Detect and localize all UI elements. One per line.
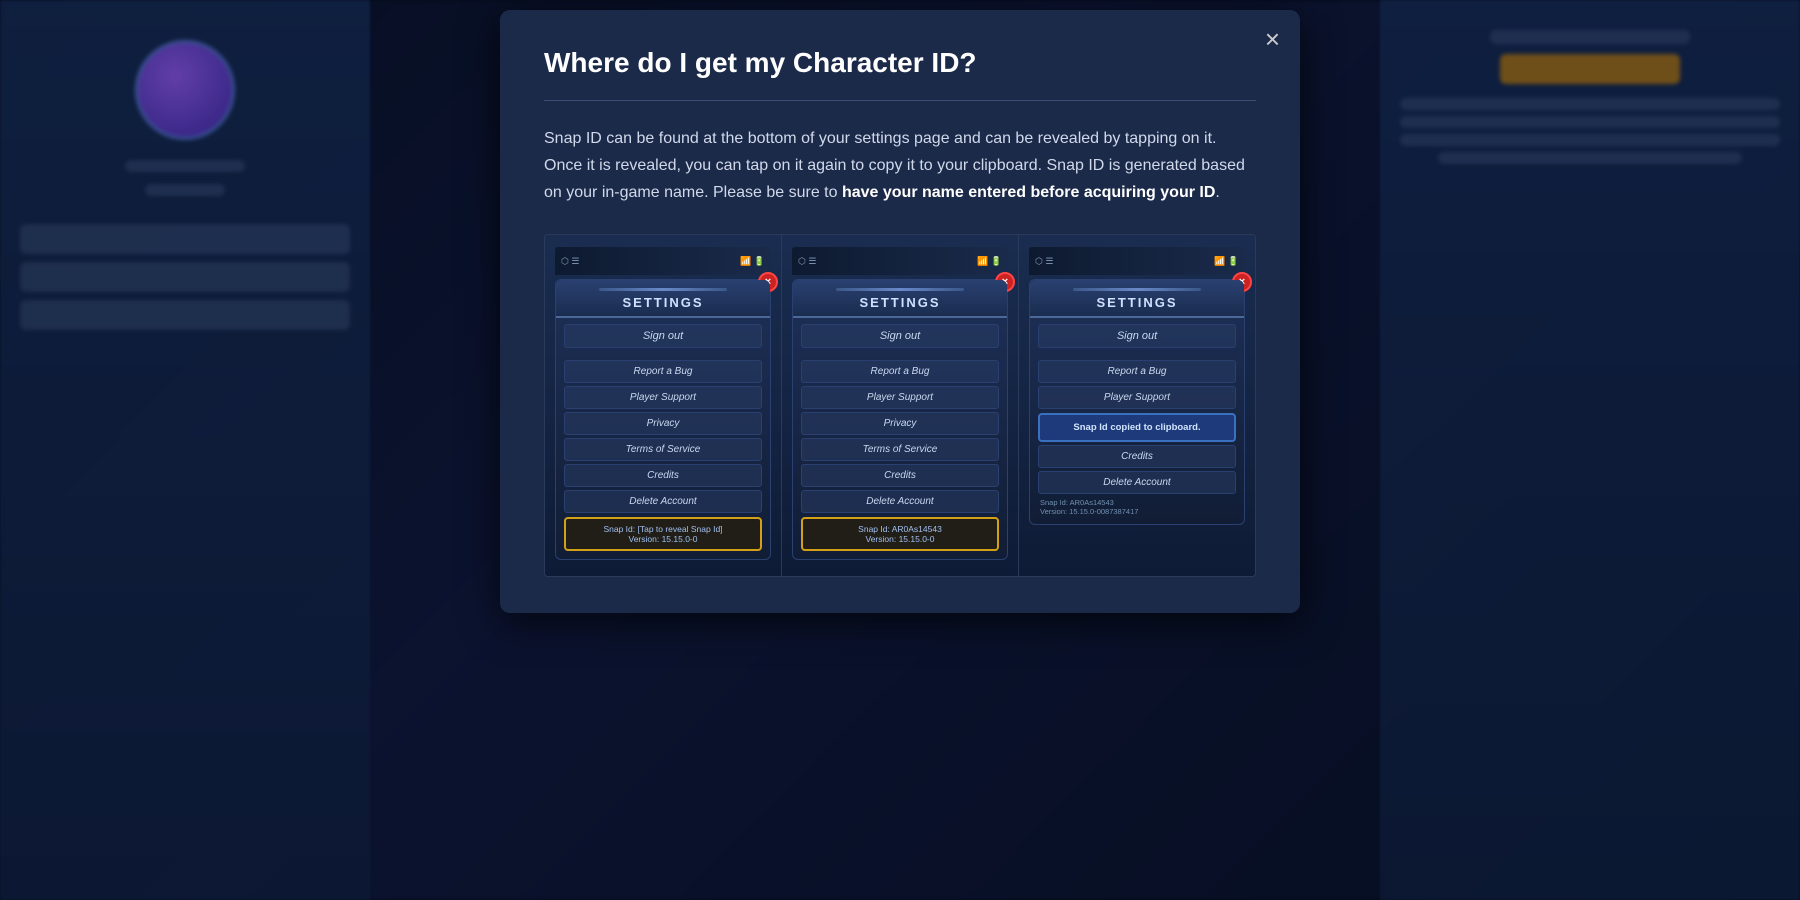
settings-item-credits-2[interactable]: Credits (801, 464, 999, 487)
body-text-bold: have your name entered before acquiring … (842, 184, 1215, 201)
screenshots-row: ⬡ ☰ 📶 🔋 × Settings Sign out Report a Bug… (544, 234, 1256, 577)
settings-item-credits-1[interactable]: Credits (564, 464, 762, 487)
settings-item-signout-3[interactable]: Sign out (1038, 324, 1236, 348)
settings-panel-2: × Settings Sign out Report a Bug Player … (792, 279, 1008, 560)
topbar-left-icons-3: ⬡ ☰ (1035, 256, 1053, 267)
settings-item-privacy-1[interactable]: Privacy (564, 412, 762, 435)
snap-id-text-1: Snap Id: [Tap to reveal Snap Id] (574, 524, 752, 534)
settings-item-support-1[interactable]: Player Support (564, 386, 762, 409)
screenshot-panel-3: ⬡ ☰ 📶 🔋 × Settings Sign out Report a Bug… (1019, 235, 1255, 576)
version-text-1: Version: 15.15.0-0 (574, 534, 752, 544)
snap-id-box-2[interactable]: Snap Id: AR0As14543 Version: 15.15.0-0 (801, 517, 999, 551)
settings-item-privacy-2[interactable]: Privacy (801, 412, 999, 435)
settings-item-tos-2[interactable]: Terms of Service (801, 438, 999, 461)
settings-item-support-2[interactable]: Player Support (801, 386, 999, 409)
settings-item-bug-1[interactable]: Report a Bug (564, 360, 762, 383)
screenshot-panel-2: ⬡ ☰ 📶 🔋 × Settings Sign out Report a Bug… (782, 235, 1019, 576)
settings-item-support-3[interactable]: Player Support (1038, 386, 1236, 409)
modal-divider (544, 100, 1256, 101)
settings-header-1: Settings (556, 280, 770, 318)
modal-overlay: × Where do I get my Character ID? Snap I… (0, 0, 1800, 900)
modal-close-button[interactable]: × (1265, 26, 1280, 52)
snap-id-box-1[interactable]: Snap Id: [Tap to reveal Snap Id] Version… (564, 517, 762, 551)
settings-title-3: Settings (1030, 295, 1244, 310)
settings-header-bar-1 (599, 288, 727, 291)
settings-item-tos-1[interactable]: Terms of Service (564, 438, 762, 461)
screenshot-panel-1: ⬡ ☰ 📶 🔋 × Settings Sign out Report a Bug… (545, 235, 782, 576)
topbar-left-icons: ⬡ ☰ (561, 256, 579, 267)
snap-id-version-3: Snap Id: AR0As14543 Version: 15.15.0-008… (1038, 498, 1236, 516)
settings-item-deleteaccount-3[interactable]: Delete Account (1038, 471, 1236, 494)
snap-id-text-2: Snap Id: AR0As14543 (811, 524, 989, 534)
settings-header-bar-2 (836, 288, 964, 291)
topbar-right-icons: 📶 🔋 (740, 256, 765, 267)
settings-panel-1: × Settings Sign out Report a Bug Player … (555, 279, 771, 560)
settings-item-credits-3[interactable]: Credits (1038, 445, 1236, 468)
character-id-modal: × Where do I get my Character ID? Snap I… (500, 10, 1300, 613)
settings-item-deleteaccount-1[interactable]: Delete Account (564, 490, 762, 513)
settings-item-signout-2[interactable]: Sign out (801, 324, 999, 348)
modal-title: Where do I get my Character ID? (544, 46, 1256, 80)
topbar-right-icons-3: 📶 🔋 (1214, 256, 1239, 267)
modal-body-text: Snap ID can be found at the bottom of yo… (544, 125, 1256, 207)
snap-id-text-3: Snap Id: AR0As14543 (1040, 498, 1234, 507)
game-topbar-3: ⬡ ☰ 📶 🔋 (1029, 247, 1245, 275)
settings-item-signout-1[interactable]: Sign out (564, 324, 762, 348)
settings-header-bar-3 (1073, 288, 1201, 291)
game-topbar-2: ⬡ ☰ 📶 🔋 (792, 247, 1008, 275)
settings-item-deleteaccount-2[interactable]: Delete Account (801, 490, 999, 513)
topbar-right-icons-2: 📶 🔋 (977, 256, 1002, 267)
game-topbar-1: ⬡ ☰ 📶 🔋 (555, 247, 771, 275)
settings-title-2: Settings (793, 295, 1007, 310)
topbar-left-icons-2: ⬡ ☰ (798, 256, 816, 267)
settings-item-bug-2[interactable]: Report a Bug (801, 360, 999, 383)
version-text-3: Version: 15.15.0-0087387417 (1040, 507, 1234, 516)
snap-id-copied-tooltip: Snap Id copied to clipboard. (1038, 413, 1236, 442)
settings-panel-3: × Settings Sign out Report a Bug Player … (1029, 279, 1245, 525)
settings-title-1: Settings (556, 295, 770, 310)
version-text-2: Version: 15.15.0-0 (811, 534, 989, 544)
settings-header-3: Settings (1030, 280, 1244, 318)
body-text-end: . (1215, 184, 1219, 201)
settings-item-bug-3[interactable]: Report a Bug (1038, 360, 1236, 383)
settings-header-2: Settings (793, 280, 1007, 318)
